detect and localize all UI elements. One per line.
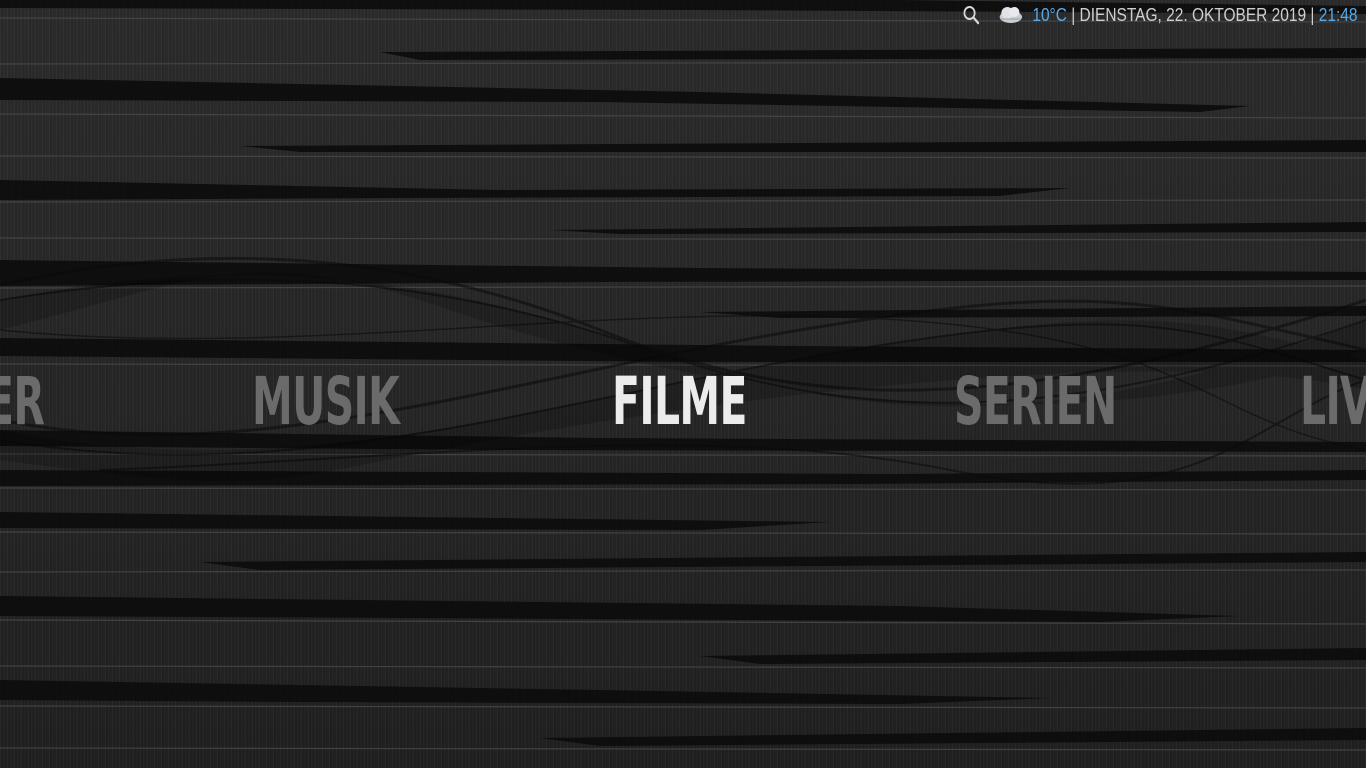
main-menu: ER MUSIK FILME SERIEN LIV [0,360,1366,444]
clock-time: 21:48 [1318,4,1358,25]
menu-item-filme[interactable]: FILME [612,360,747,444]
menu-item-partial-right[interactable]: LIV [1300,360,1366,444]
menu-item-serien[interactable]: SERIEN [954,360,1117,444]
top-status-bar: 10°C | DIENSTAG, 22. OKTOBER 2019 | 21:4… [960,0,1366,30]
separator: | [1071,4,1076,25]
menu-item-musik[interactable]: MUSIK [252,360,400,444]
kodi-home-screen: 10°C | DIENSTAG, 22. OKTOBER 2019 | 21:4… [0,0,1366,768]
temperature: 10°C [1032,4,1067,25]
search-icon[interactable] [960,2,982,28]
date-label: DIENSTAG, 22. OKTOBER 2019 [1079,4,1307,25]
menu-item-partial-left[interactable]: ER [0,360,45,444]
cloud-weather-icon [998,5,1024,25]
separator: | [1310,4,1315,25]
